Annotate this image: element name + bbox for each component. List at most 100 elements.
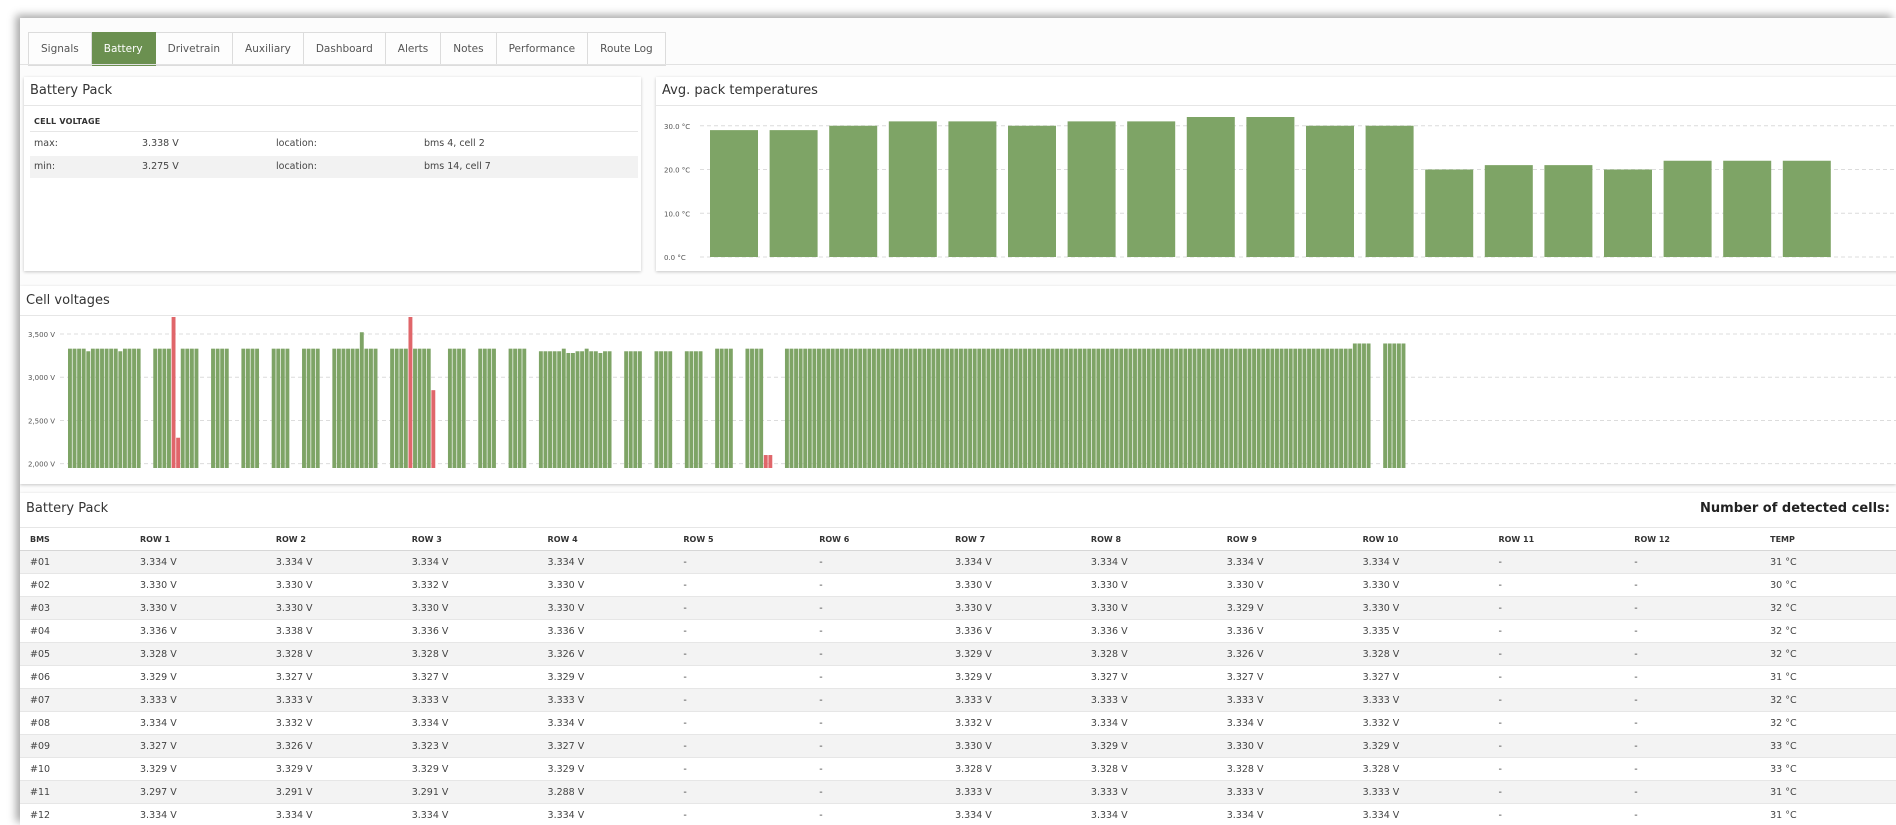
temperature-bar bbox=[948, 121, 997, 257]
cell-voltage-bar bbox=[826, 348, 831, 468]
cell-voltage-bar bbox=[255, 348, 260, 468]
table-cell: 3.333 V bbox=[1080, 780, 1217, 804]
table-cell: 3.336 V bbox=[537, 619, 674, 643]
table-cell: 3.291 V bbox=[401, 780, 538, 804]
pack-summary-title: Battery Pack bbox=[30, 83, 113, 98]
cell-voltage-bar bbox=[1197, 348, 1202, 468]
tab-notes[interactable]: Notes bbox=[441, 32, 497, 66]
cell-voltage-bar bbox=[949, 348, 954, 468]
cell-voltage-bar bbox=[162, 348, 167, 468]
cell-voltage-bar bbox=[302, 348, 306, 468]
y-tick-label: 20.0 °C bbox=[664, 167, 690, 175]
table-cell: 3.333 V bbox=[1216, 780, 1353, 804]
cell-voltage-bar bbox=[1392, 343, 1397, 468]
cell-voltage-bar bbox=[871, 348, 876, 468]
table-cell: - bbox=[1624, 642, 1761, 666]
cell-voltage-bar bbox=[215, 348, 220, 468]
table-cell: 32 °C bbox=[1760, 642, 1896, 666]
tab-route-log[interactable]: Route Log bbox=[588, 32, 666, 66]
table-cell: - bbox=[1488, 550, 1625, 574]
cell-voltage-bar bbox=[1151, 348, 1156, 468]
cell-voltage-bar bbox=[157, 348, 162, 468]
cell-voltage-bar bbox=[798, 348, 803, 468]
table-cell: 3.328 V bbox=[1352, 642, 1489, 666]
cell-voltage-bar bbox=[1293, 348, 1298, 468]
table-cell: 3.334 V bbox=[1216, 803, 1353, 825]
pack-summary-panel: Battery Pack CELL VOLTAGE max: 3.338 V l… bbox=[24, 77, 641, 271]
cell-voltage-bar bbox=[271, 348, 276, 468]
cell-voltage-bar bbox=[968, 348, 973, 468]
cell-voltage-bar bbox=[817, 348, 821, 468]
tab-performance[interactable]: Performance bbox=[496, 32, 589, 66]
cell-voltage-bar bbox=[1320, 348, 1325, 468]
cell-voltage-bar bbox=[926, 348, 931, 468]
cell-voltage-bar bbox=[624, 351, 629, 468]
table-cell: 3.330 V bbox=[401, 596, 538, 620]
min-location-value: bms 14, cell 7 bbox=[424, 161, 491, 172]
y-tick-label: 3,000 V bbox=[28, 374, 55, 382]
cell-voltage-bar bbox=[285, 348, 290, 468]
cell-voltage-bar bbox=[844, 348, 849, 468]
cell-voltage-bar bbox=[659, 351, 663, 468]
table-cell: - bbox=[673, 596, 810, 620]
cell-voltage-bar bbox=[189, 348, 194, 468]
table-row: #05 3.328 V 3.328 V 3.328 V 3.326 V - -3.329 V… bbox=[20, 642, 1896, 666]
cell-voltage-bar bbox=[1027, 348, 1032, 468]
table-cell: 3.330 V bbox=[537, 573, 674, 597]
table-cell: 3.336 V bbox=[130, 619, 266, 643]
cell-voltage-bar bbox=[77, 348, 82, 468]
tab-alerts[interactable]: Alerts bbox=[385, 32, 442, 66]
cell-voltage-bar bbox=[1329, 348, 1334, 468]
cell-voltage-bar bbox=[176, 437, 181, 468]
cell-voltage-bar bbox=[1142, 348, 1147, 468]
cell-voltage-bar bbox=[90, 348, 95, 468]
cell-voltage-bar bbox=[478, 348, 483, 468]
tab-drivetrain[interactable]: Drivetrain bbox=[155, 32, 234, 66]
tab-auxiliary[interactable]: Auxiliary bbox=[233, 32, 304, 66]
column-header: ROW 2 bbox=[265, 527, 402, 551]
cell-voltage-bar bbox=[250, 348, 255, 468]
tab-battery[interactable]: Battery bbox=[91, 32, 156, 66]
table-cell: #04 bbox=[20, 619, 130, 643]
table-cell: - bbox=[673, 642, 810, 666]
cell-voltage-bar bbox=[109, 348, 114, 468]
cell-voltage-bar bbox=[167, 348, 171, 468]
table-cell: 3.330 V bbox=[265, 596, 402, 620]
max-location-value: bms 4, cell 2 bbox=[424, 138, 485, 149]
tab-signals[interactable]: Signals bbox=[28, 32, 92, 66]
cell-voltage-bar bbox=[881, 348, 886, 468]
table-cell: 3.328 V bbox=[130, 642, 266, 666]
cell-voltage-bar bbox=[100, 348, 104, 468]
temperature-bar bbox=[1008, 125, 1056, 257]
table-cell: 3.334 V bbox=[945, 550, 1081, 574]
table-cell: - bbox=[673, 665, 810, 689]
table-cell: 3.329 V bbox=[537, 665, 674, 689]
cell-voltage-bar bbox=[724, 348, 729, 468]
table-cell: - bbox=[673, 757, 810, 781]
min-value: 3.275 V bbox=[142, 161, 179, 172]
table-cell: 3.336 V bbox=[945, 619, 1081, 643]
y-tick-label: 0.0 °C bbox=[664, 254, 686, 262]
table-row: #08 3.334 V 3.332 V 3.334 V 3.334 V - -3.332 V… bbox=[20, 711, 1896, 735]
tab-dashboard[interactable]: Dashboard bbox=[303, 32, 386, 66]
detected-cells-label: Number of detected cells: bbox=[1700, 501, 1890, 516]
cell-voltage-bar bbox=[663, 351, 668, 468]
cell-voltage-bar bbox=[408, 317, 413, 468]
table-cell: 3.335 V bbox=[1352, 619, 1489, 643]
cell-voltage-bar bbox=[72, 348, 77, 468]
table-cell: - bbox=[809, 780, 946, 804]
table-cell: 3.333 V bbox=[945, 780, 1081, 804]
cell-voltage-bar bbox=[754, 348, 759, 468]
table-cell: - bbox=[673, 780, 810, 804]
cell-voltage-bar bbox=[1091, 348, 1096, 468]
cell-voltage-bar bbox=[552, 351, 557, 468]
max-value: 3.338 V bbox=[142, 138, 179, 149]
cell-voltage-bar bbox=[1068, 348, 1073, 468]
table-cell: - bbox=[809, 757, 946, 781]
cell-voltage-bar bbox=[211, 348, 215, 468]
cell-voltage-bar bbox=[1401, 343, 1406, 468]
table-cell: #12 bbox=[20, 803, 130, 825]
table-cell: - bbox=[809, 688, 946, 712]
temperature-bar bbox=[1425, 169, 1474, 257]
cell-voltage-bar bbox=[607, 351, 612, 468]
